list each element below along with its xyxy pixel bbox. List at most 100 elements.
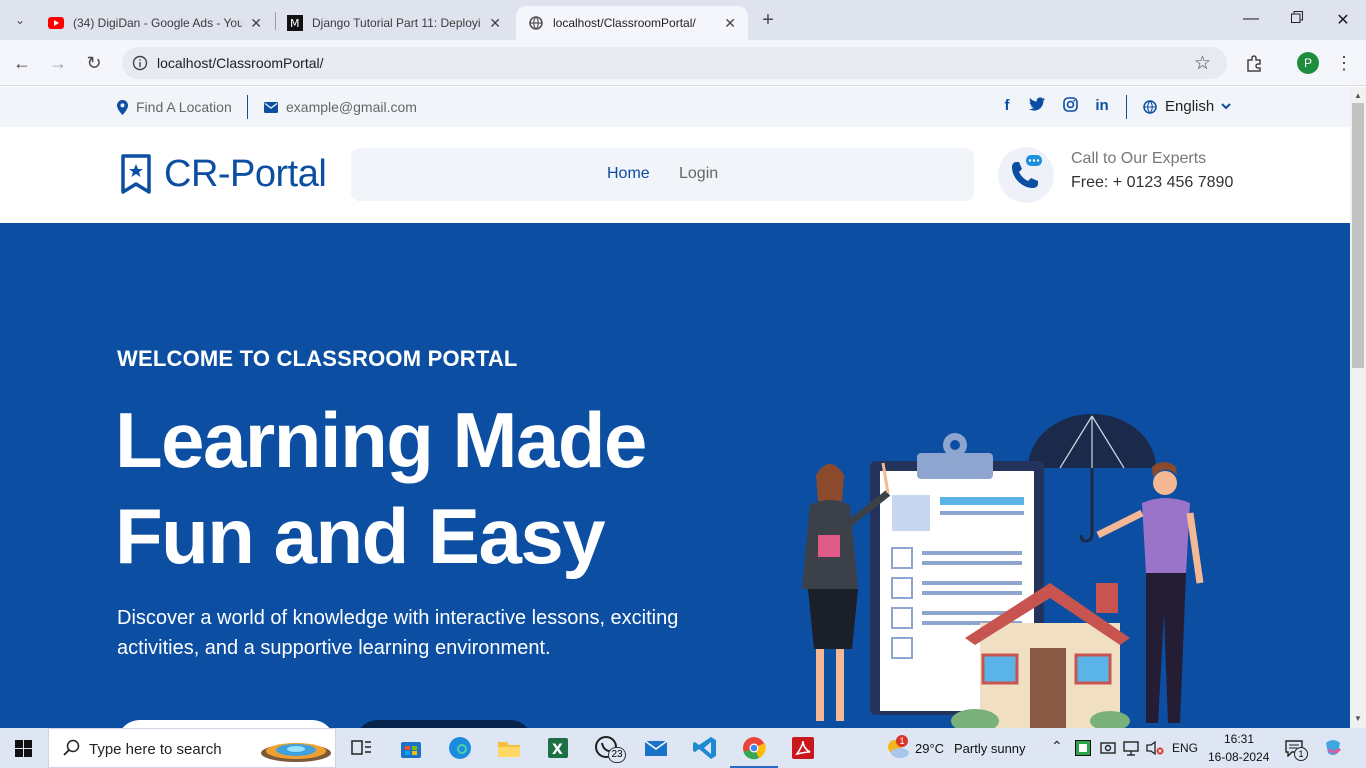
acrobat-icon[interactable] [789,734,817,762]
tab-title: Django Tutorial Part 11: Deploying [312,16,482,30]
extensions-puzzle-icon[interactable] [1240,49,1268,77]
close-tab-icon[interactable]: ✕ [724,15,736,32]
hero-primary-button[interactable] [117,720,335,728]
language-label: English [1165,98,1215,115]
call-badge [998,147,1054,203]
tab-title: localhost/ClassroomPortal/ [553,16,696,30]
close-tab-icon[interactable]: ✕ [250,15,262,32]
weather-badge: 1 [896,735,908,747]
hero-title-line1: Learning Made [115,396,647,484]
mail-icon[interactable] [642,734,670,762]
restore-icon[interactable] [1287,10,1307,30]
email-link[interactable]: example@gmail.com [264,99,417,115]
twitter-icon[interactable] [1028,97,1046,115]
close-window-icon[interactable]: ✕ [1333,10,1353,30]
reload-icon[interactable]: ↻ [80,49,108,77]
youtube-icon [48,15,64,31]
site-info-icon[interactable] [132,55,148,76]
browser-toolbar: ← → ↻ localhost/ClassroomPortal/ ☆ P ⋮ [0,40,1366,86]
hero-title-line2: Fun and Easy [115,492,606,580]
task-view-icon[interactable] [347,734,375,762]
page-scrollbar[interactable]: ▲ ▼ [1350,87,1366,728]
svg-text:X: X [552,742,563,758]
weather-partly-sunny-icon[interactable]: 1 [884,735,910,765]
hero-section: WELCOME TO CLASSROOM PORTAL Learning Mad… [0,223,1350,728]
scroll-down-arrow-icon[interactable]: ▼ [1354,714,1362,723]
minimize-icon[interactable]: — [1241,10,1261,30]
main-navbar: CR-Portal Home Login Call to Our Experts… [0,127,1350,223]
hero-kicker: WELCOME TO CLASSROOM PORTAL [117,346,518,371]
excel-icon[interactable]: X [544,734,572,762]
map-pin-icon [117,99,128,115]
windows-start-icon[interactable] [15,740,32,762]
chrome-icon[interactable] [740,734,768,762]
tab-search-chevron-icon[interactable]: ⌄ [6,6,34,34]
language-dropdown[interactable]: English [1143,98,1239,115]
file-explorer-icon[interactable] [495,734,523,762]
svg-text:M: M [290,17,300,30]
new-tab-plus-icon[interactable]: + [754,6,782,34]
taskbar-search-box[interactable]: Type here to search [48,728,336,768]
call-number[interactable]: Free: + 0123 456 7890 [1071,174,1233,192]
notification-count-badge: 1 [1294,747,1308,761]
site-logo[interactable]: CR-Portal [164,153,327,196]
whatsapp-badge: 23 [608,747,626,763]
location-text: Find A Location [136,99,232,115]
bookmark-star-icon[interactable]: ☆ [1194,52,1211,75]
tab-classroom-portal[interactable]: localhost/ClassroomPortal/ ✕ [516,6,748,40]
web-page: Find A Location example@gmail.com f in E… [0,87,1350,728]
hero-illustration [780,383,1240,728]
back-arrow-icon[interactable]: ← [8,49,36,77]
weather-temperature[interactable]: 29°C [915,741,944,756]
volume-muted-icon[interactable] [1146,740,1164,761]
scroll-up-arrow-icon[interactable]: ▲ [1354,91,1362,100]
search-placeholder: Type here to search [89,741,222,758]
clock-time[interactable]: 16:31 [1224,732,1254,746]
browser-tabstrip: ⌄ (34) DigiDan - Google Ads - YouTube ✕ … [0,0,1366,40]
profile-avatar[interactable]: P [1297,52,1319,74]
clock-date[interactable]: 16-08-2024 [1208,750,1269,764]
envelope-icon [264,101,278,113]
email-text: example@gmail.com [286,99,417,115]
topbar-divider [247,95,248,119]
nav-home-link[interactable]: Home [607,165,650,183]
vscode-icon[interactable] [691,734,719,762]
copilot-icon[interactable] [1322,737,1344,764]
close-tab-icon[interactable]: ✕ [489,15,501,32]
scroll-thumb[interactable] [1352,103,1364,368]
tab-title: (34) DigiDan - Google Ads - YouTube [73,16,243,30]
microsoft-store-icon[interactable] [397,734,425,762]
facebook-icon[interactable]: f [998,97,1016,115]
globe-icon [528,15,544,31]
forward-arrow-icon[interactable]: → [44,49,72,77]
tray-app-icon[interactable] [1075,740,1091,761]
search-highlight-icon [259,735,333,768]
find-location-link[interactable]: Find A Location [117,99,232,115]
network-icon[interactable] [1123,740,1139,761]
weather-description[interactable]: Partly sunny [954,741,1026,756]
nav-login-link[interactable]: Login [679,165,718,183]
bookmark-logo-icon[interactable] [120,153,152,200]
camera-tray-icon[interactable] [1100,740,1116,761]
notifications-icon[interactable]: 1 [1285,739,1308,762]
edge-browser-icon[interactable] [446,734,474,762]
nav-menu: Home Login [351,148,974,201]
windows-taskbar: Type here to search X 23 1 29°C Partly s… [0,728,1366,768]
tray-overflow-chevron-icon[interactable]: ⌃ [1051,738,1063,755]
hero-secondary-button[interactable] [355,720,533,728]
globe-icon [1143,99,1157,114]
tab-youtube[interactable]: (34) DigiDan - Google Ads - YouTube ✕ [36,6,274,40]
linkedin-icon[interactable]: in [1093,97,1111,115]
url-text: localhost/ClassroomPortal/ [157,55,324,71]
search-icon [63,739,81,762]
address-bar[interactable]: localhost/ClassroomPortal/ ☆ [122,47,1227,79]
topbar-divider [1126,95,1127,119]
menu-kebab-icon[interactable]: ⋮ [1330,49,1358,77]
instagram-icon[interactable] [1061,97,1079,115]
input-language[interactable]: ENG [1172,741,1198,755]
whatsapp-icon[interactable]: 23 [593,734,626,763]
call-label: Call to Our Experts [1071,150,1207,167]
mdn-icon: M [287,15,303,31]
tab-django-tutorial[interactable]: M Django Tutorial Part 11: Deploying ✕ [275,6,513,40]
hero-description: Discover a world of knowledge with inter… [117,607,679,659]
